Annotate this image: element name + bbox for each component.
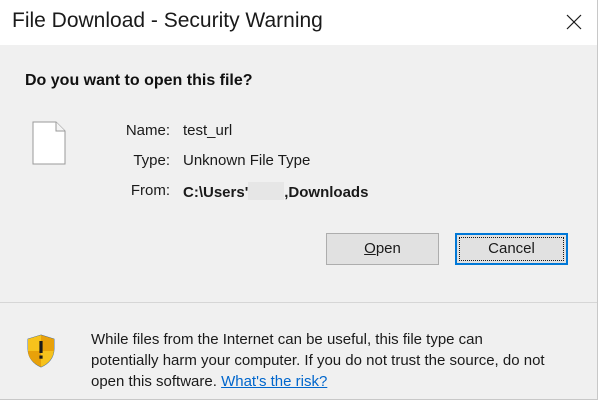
from-path-suffix: ,Downloads [284, 184, 369, 201]
whats-the-risk-link[interactable]: What's the risk? [221, 373, 327, 390]
from-path-prefix: C:\Users' [183, 184, 249, 201]
prompt-heading: Do you want to open this file? [25, 72, 253, 89]
title-bar: File Download - Security Warning [0, 0, 597, 45]
cancel-label: Cancel [488, 240, 535, 257]
from-value: C:\Users' ,Downloads [183, 182, 368, 201]
warning-line-3-text: open this software. [91, 373, 222, 390]
type-value: Unknown File Type [183, 152, 311, 169]
security-warning-dialog: File Download - Security Warning Do you … [0, 0, 598, 400]
warning-footer: While files from the Internet can be use… [0, 303, 597, 399]
warning-text: While files from the Internet can be use… [91, 329, 586, 392]
open-mnemonic: O [364, 240, 376, 257]
dialog-content: Do you want to open this file? Name: tes… [0, 45, 597, 302]
file-type-row: Type: Unknown File Type [0, 152, 597, 172]
name-value: test_url [183, 122, 233, 139]
from-label: From: [130, 182, 170, 199]
window-title: File Download - Security Warning [12, 9, 323, 32]
close-button[interactable] [551, 0, 597, 45]
warning-line-1: While files from the Internet can be use… [91, 331, 483, 348]
file-name-row: Name: test_url [0, 122, 597, 142]
security-shield-warning-icon [27, 334, 55, 368]
close-icon [566, 14, 582, 30]
open-label-rest: pen [375, 240, 401, 257]
name-label: Name: [125, 122, 170, 139]
redacted-username [248, 182, 285, 200]
warning-line-3: open this software. What's the risk? [91, 371, 586, 392]
type-label: Type: [133, 152, 170, 169]
cancel-button[interactable]: Cancel [455, 233, 568, 265]
warning-line-2: potentially harm your computer. If you d… [91, 352, 545, 369]
file-from-row: From: C:\Users' ,Downloads [0, 182, 597, 202]
open-button[interactable]: Open [326, 233, 439, 265]
